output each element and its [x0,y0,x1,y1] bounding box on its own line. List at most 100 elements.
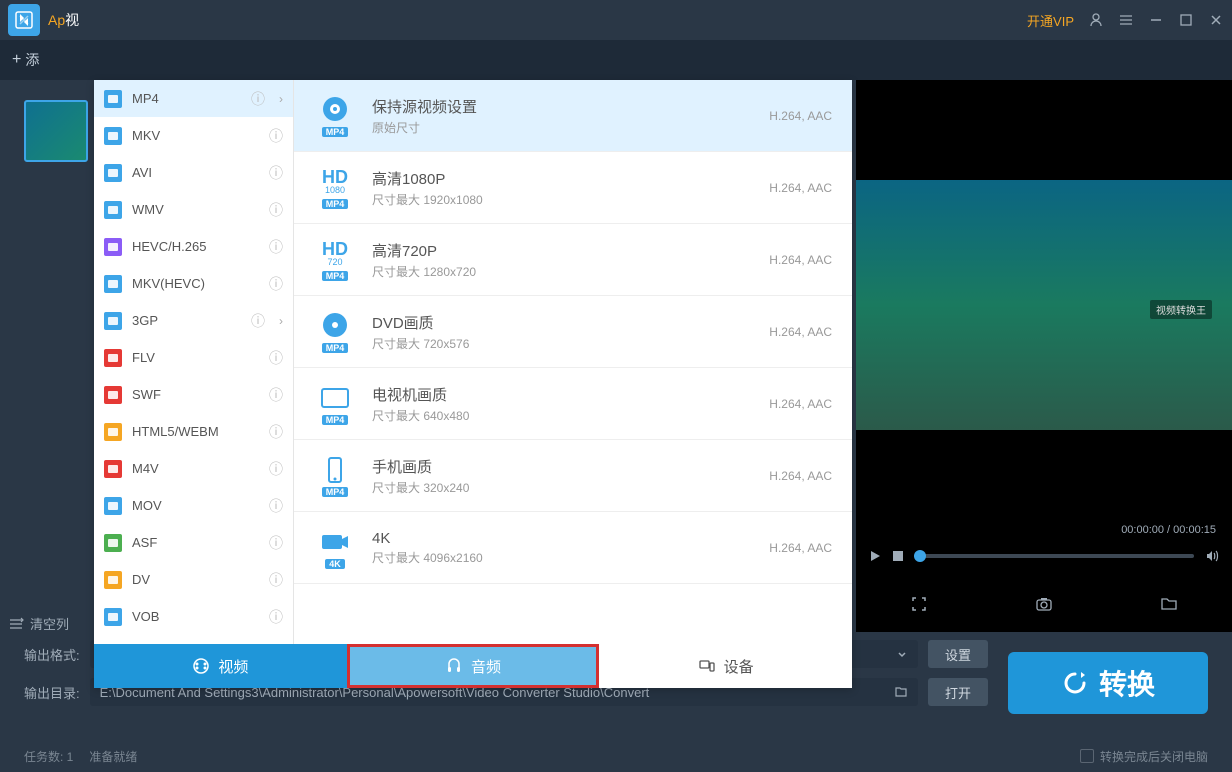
preset-item-5[interactable]: MP4 手机画质 尺寸最大 320x240 H.264, AAC [294,440,852,512]
preset-subtitle: 尺寸最大 640x480 [372,407,753,424]
watermark: 视频转换王 [1150,300,1212,319]
convert-button[interactable]: 转换 [1008,652,1208,714]
play-button[interactable] [868,549,882,563]
format-icon [104,534,122,552]
tab-video[interactable]: 视频 [94,644,347,688]
maximize-button[interactable] [1178,12,1194,28]
preset-item-3[interactable]: MP4 DVD画质 尺寸最大 720x576 H.264, AAC [294,296,852,368]
format-item-avi[interactable]: AVI ⓘ [94,154,293,191]
info-icon[interactable]: ⓘ [269,533,283,553]
user-icon[interactable] [1088,12,1104,28]
format-list[interactable]: MP4 ⓘ › MKV ⓘ AVI ⓘ WMV ⓘ HEVC/H.265 ⓘ M… [94,80,294,644]
disc-icon [317,311,353,341]
settings-button[interactable]: 设置 [928,640,988,668]
fullscreen-icon[interactable] [910,595,928,613]
preset-title: 电视机画质 [372,384,753,405]
preset-subtitle: 尺寸最大 4096x2160 [372,549,753,566]
info-icon[interactable]: ⓘ [269,163,283,183]
shutdown-label: 转换完成后关闭电脑 [1100,748,1208,765]
format-label: MOV [132,498,259,513]
format-item-3gp[interactable]: 3GP ⓘ › [94,302,293,339]
info-icon[interactable]: ⓘ [269,200,283,220]
format-item-mp4[interactable]: MP4 ⓘ › [94,80,293,117]
format-tabs: 视频 音频 设备 [94,644,852,688]
preset-item-4[interactable]: MP4 电视机画质 尺寸最大 640x480 H.264, AAC [294,368,852,440]
preset-subtitle: 尺寸最大 320x240 [372,479,753,496]
menu-icon[interactable] [1118,12,1134,28]
preset-list[interactable]: MP4 保持源视频设置 原始尺寸 H.264, AAC HD1080 MP4 高… [294,80,852,644]
format-item-mkv[interactable]: MKV ⓘ [94,117,293,154]
format-icon [104,386,122,404]
titlebar: Ap 视 开通VIP [0,0,1232,40]
preset-title: DVD画质 [372,312,753,333]
format-item-asf[interactable]: ASF ⓘ [94,524,293,561]
format-icon [104,90,122,108]
preset-title: 手机画质 [372,456,753,477]
format-item-wmv[interactable]: WMV ⓘ [94,191,293,228]
info-icon[interactable]: ⓘ [269,459,283,479]
format-label: VOB [132,609,259,624]
format-item-dv[interactable]: DV ⓘ [94,561,293,598]
info-icon[interactable]: ⓘ [269,422,283,442]
preset-subtitle: 尺寸最大 720x576 [372,335,753,352]
video-thumbnail[interactable] [24,100,88,162]
format-icon [104,275,122,293]
preset-item-1[interactable]: HD1080 MP4 高清1080P 尺寸最大 1920x1080 H.264,… [294,152,852,224]
output-format-label: 输出格式: [24,645,80,664]
format-item-html5webm[interactable]: HTML5/WEBM ⓘ [94,413,293,450]
progress-bar[interactable] [914,554,1194,558]
format-badge: MP4 [322,415,349,425]
open-button[interactable]: 打开 [928,678,988,706]
stop-button[interactable] [892,550,904,562]
minimize-button[interactable] [1148,12,1164,28]
info-icon[interactable]: ⓘ [251,311,265,331]
volume-icon[interactable] [1204,548,1220,564]
format-label: AVI [132,165,259,180]
tv-icon [317,383,353,413]
chevron-right-icon: › [279,314,283,328]
format-item-swf[interactable]: SWF ⓘ [94,376,293,413]
preset-item-6[interactable]: 4K 4K 尺寸最大 4096x2160 H.264, AAC [294,512,852,584]
folder-icon[interactable] [1160,595,1178,613]
format-item-mkvhevc[interactable]: MKV(HEVC) ⓘ [94,265,293,302]
info-icon[interactable]: ⓘ [269,570,283,590]
format-item-hevch265[interactable]: HEVC/H.265 ⓘ [94,228,293,265]
shutdown-checkbox[interactable] [1080,749,1094,763]
info-icon[interactable]: ⓘ [269,385,283,405]
tab-device[interactable]: 设备 [599,644,852,688]
preset-codec: H.264, AAC [769,181,832,195]
video-preview: 视频转换王 [856,180,1232,430]
chevron-right-icon: › [279,92,283,106]
tab-audio[interactable]: 音频 [347,644,600,688]
clear-list-button[interactable]: 清空列 [8,614,69,633]
format-label: MKV [132,128,259,143]
close-button[interactable] [1208,12,1224,28]
format-label: HEVC/H.265 [132,239,259,254]
format-item-vob[interactable]: VOB ⓘ [94,598,293,635]
info-icon[interactable]: ⓘ [269,126,283,146]
info-icon[interactable]: ⓘ [269,348,283,368]
info-icon[interactable]: ⓘ [269,274,283,294]
format-badge: MP4 [322,343,349,353]
info-icon[interactable]: ⓘ [251,89,265,109]
format-icon [104,571,122,589]
preset-item-0[interactable]: MP4 保持源视频设置 原始尺寸 H.264, AAC [294,80,852,152]
format-item-flv[interactable]: FLV ⓘ [94,339,293,376]
preset-item-2[interactable]: HD720 MP4 高清720P 尺寸最大 1280x720 H.264, AA… [294,224,852,296]
format-item-m4v[interactable]: M4V ⓘ [94,450,293,487]
preset-codec: H.264, AAC [769,253,832,267]
video-controls [856,536,1232,576]
format-icon [104,460,122,478]
app-name: 视 [65,10,79,30]
camera-icon[interactable] [1035,595,1053,613]
preview-panel: 视频转换王 00:00:00 / 00:00:15 [856,80,1232,632]
format-icon [104,312,122,330]
vip-link[interactable]: 开通VIP [1027,11,1074,30]
format-label: 3GP [132,313,241,328]
format-item-mov[interactable]: MOV ⓘ [94,487,293,524]
info-icon[interactable]: ⓘ [269,496,283,516]
info-icon[interactable]: ⓘ [269,607,283,627]
add-button[interactable]: +添 [12,50,39,70]
format-label: SWF [132,387,259,402]
info-icon[interactable]: ⓘ [269,237,283,257]
